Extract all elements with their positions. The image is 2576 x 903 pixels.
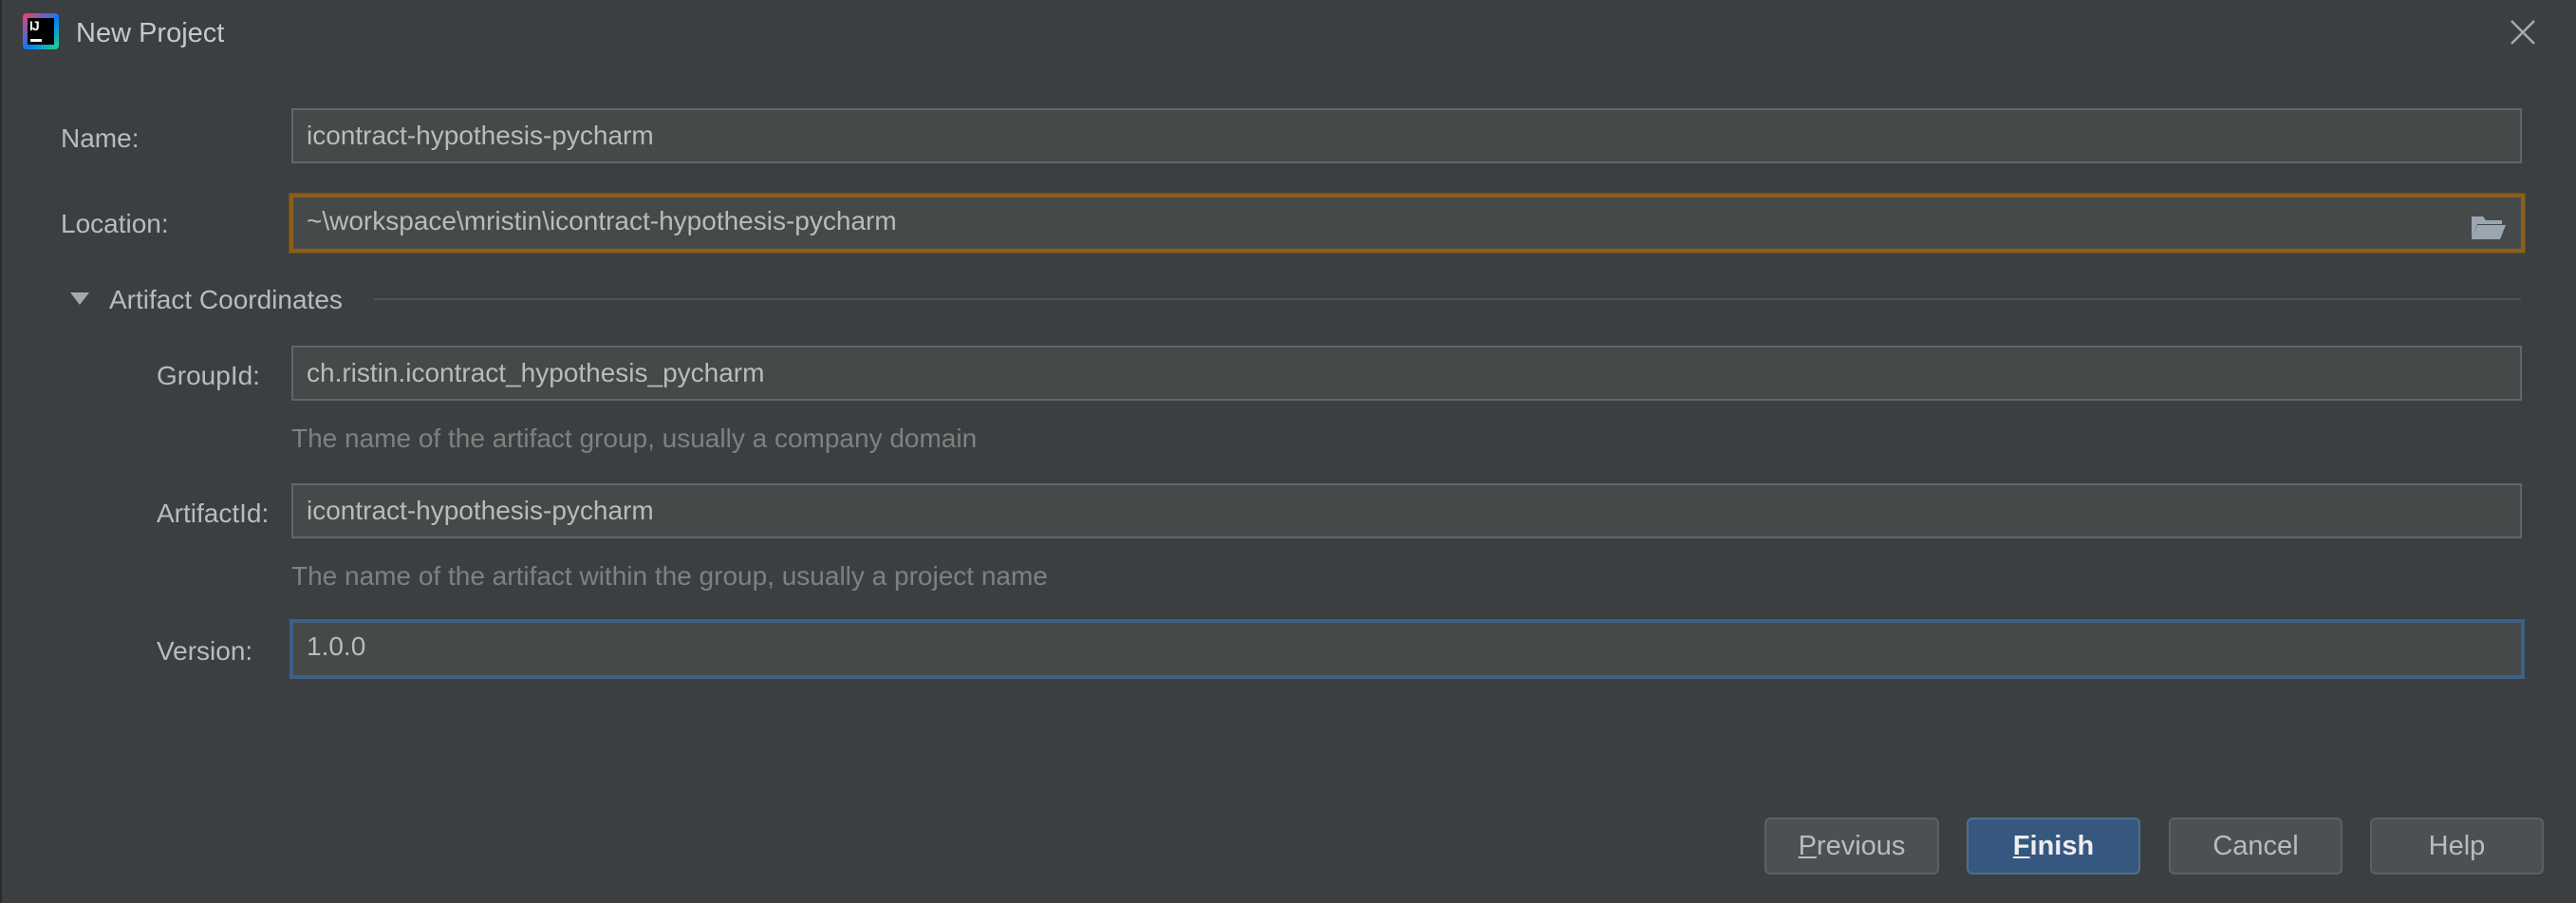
name-input[interactable]: icontract-hypothesis-pycharm — [291, 108, 2522, 163]
location-label: Location: — [61, 209, 169, 238]
version-input[interactable]: 1.0.0 — [289, 619, 2525, 679]
section-expand-toggle[interactable] — [68, 290, 91, 309]
artifact-coordinates-title[interactable]: Artifact Coordinates — [109, 283, 343, 317]
artifactid-hint: The name of the artifact within the grou… — [291, 561, 1048, 591]
groupid-input[interactable]: ch.ristin.icontract_hypothesis_pycharm — [291, 346, 2522, 401]
finish-button[interactable]: Finish — [1967, 818, 2140, 875]
name-label: Name: — [61, 123, 140, 153]
groupid-label: GroupId: — [157, 361, 260, 390]
groupid-hint: The name of the artifact group, usually … — [291, 423, 978, 453]
close-icon — [2511, 20, 2535, 45]
section-divider — [374, 298, 2521, 300]
help-button[interactable]: Help — [2370, 818, 2544, 875]
finish-mnemonic: F — [2012, 831, 2030, 861]
folder-open-icon[interactable] — [2470, 209, 2508, 239]
version-label: Version: — [157, 636, 253, 666]
artifactid-input[interactable]: icontract-hypothesis-pycharm — [291, 483, 2522, 538]
new-project-dialog: IJ New Project Name: icontract-hypothesi… — [0, 0, 2576, 903]
previous-button[interactable]: Previous — [1764, 818, 1939, 875]
close-button[interactable] — [2506, 15, 2540, 49]
artifactid-label: ArtifactId: — [157, 499, 270, 528]
title-bar: IJ New Project — [2, 0, 2576, 68]
intellij-idea-icon: IJ — [23, 13, 59, 49]
dialog-title: New Project — [76, 18, 225, 48]
app-icon-letters: IJ — [29, 18, 40, 33]
previous-label: revious — [1816, 831, 1906, 861]
cancel-button[interactable]: Cancel — [2169, 818, 2343, 875]
finish-label: inish — [2029, 831, 2095, 861]
location-input[interactable]: ~\workspace\mristin\icontract-hypothesis… — [289, 194, 2525, 253]
triangle-down-icon — [70, 292, 89, 305]
previous-mnemonic: P — [1798, 831, 1817, 861]
location-value: ~\workspace\mristin\icontract-hypothesis… — [307, 206, 897, 235]
